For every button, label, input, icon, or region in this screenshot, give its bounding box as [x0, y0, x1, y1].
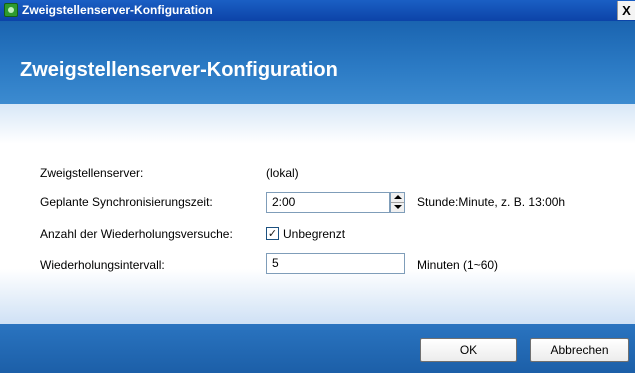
unlimited-checkbox[interactable]: ✓	[266, 227, 279, 240]
checkmark-icon: ✓	[267, 227, 278, 240]
unlimited-checkbox-label[interactable]: Unbegrenzt	[283, 227, 345, 241]
spinner-down-button[interactable]	[391, 202, 404, 212]
sync-time-input[interactable]: 2:00	[266, 192, 390, 213]
title-bar: Zweigstellenserver-Konfiguration X	[0, 0, 635, 21]
ok-button[interactable]: OK	[420, 338, 517, 362]
app-icon	[4, 3, 18, 17]
server-label: Zweigstellenserver:	[40, 166, 144, 180]
retry-interval-input[interactable]: 5	[266, 253, 405, 274]
retry-count-label: Anzahl der Wiederholungsversuche:	[40, 227, 233, 241]
server-value: (lokal)	[266, 166, 299, 180]
close-button[interactable]: X	[617, 1, 635, 20]
content-area	[0, 104, 635, 324]
spinner-up-button[interactable]	[391, 193, 404, 202]
sync-time-hint: Stunde:Minute, z. B. 13:00h	[417, 195, 566, 209]
retry-interval-label: Wiederholungsintervall:	[40, 258, 165, 272]
header-banner: Zweigstellenserver-Konfiguration	[0, 21, 635, 104]
chevron-up-icon	[394, 195, 402, 199]
chevron-down-icon	[394, 205, 402, 209]
window-title: Zweigstellenserver-Konfiguration	[22, 3, 213, 17]
retry-interval-hint: Minuten (1~60)	[417, 258, 499, 272]
header-title: Zweigstellenserver-Konfiguration	[20, 59, 338, 81]
cancel-button[interactable]: Abbrechen	[530, 338, 629, 362]
sync-time-label: Geplante Synchronisierungszeit:	[40, 195, 213, 209]
config-dialog: Zweigstellenserver-Konfiguration X Zweig…	[0, 0, 635, 373]
sync-time-spinner[interactable]	[390, 192, 405, 213]
